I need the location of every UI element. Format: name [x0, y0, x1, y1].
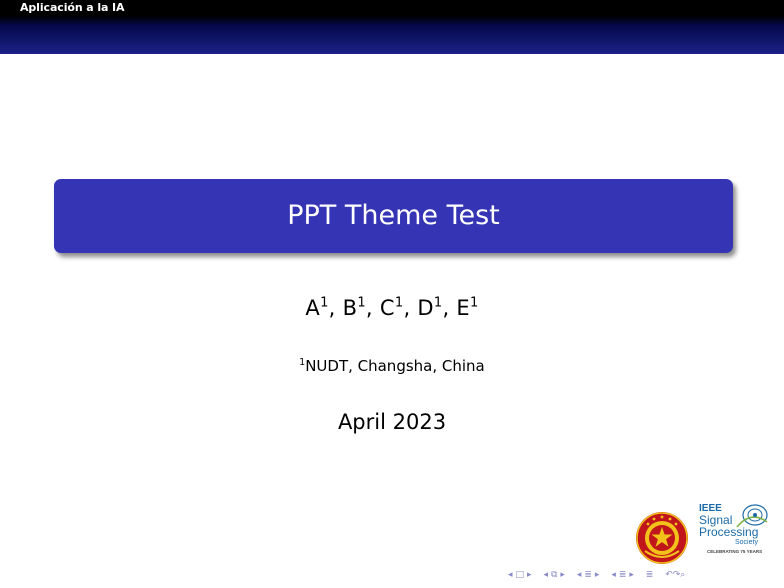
nav-right-arrow-icon[interactable]: ▸ — [527, 568, 532, 582]
nav-frame-icon[interactable]: □ — [516, 568, 525, 582]
nav-search-icon[interactable]: ↶↷⌕ — [665, 568, 685, 582]
author: E1 — [456, 295, 479, 320]
presentation-title: PPT Theme Test — [287, 200, 500, 231]
title-box: PPT Theme Test — [54, 179, 733, 253]
header-gradient-bar — [0, 16, 784, 54]
affiliation: 1NUDT, Changsha, China — [299, 356, 485, 375]
nav-section-icon[interactable]: ≣ — [584, 568, 592, 582]
author: D1 — [417, 295, 443, 320]
nav-right-arrow-icon[interactable]: ▸ — [595, 568, 600, 582]
presentation-date: April 2023 — [337, 410, 447, 434]
section-title[interactable]: Aplicación a la IA — [20, 0, 125, 16]
ieee-sps-logo: IEEE Signal Processing Society CELEBRATI… — [695, 502, 770, 556]
nav-right-arrow-icon[interactable]: ▸ — [560, 568, 565, 582]
nav-subsection-icon[interactable]: ⧉ — [551, 568, 557, 582]
author: B1 — [342, 295, 366, 320]
author: A1 — [305, 295, 329, 320]
nudt-logo — [636, 512, 688, 564]
nav-left-arrow-icon[interactable]: ◂ — [611, 568, 616, 582]
headline-bar: Aplicación a la IA — [0, 0, 784, 16]
nav-left-arrow-icon[interactable]: ◂ — [577, 568, 582, 582]
nav-right-arrow-icon[interactable]: ▸ — [629, 568, 634, 582]
nav-document-icon[interactable]: ≣ — [646, 568, 654, 582]
nav-left-arrow-icon[interactable]: ◂ — [508, 568, 513, 582]
beamer-navigation: ◂ □ ▸ ◂ ⧉ ▸ ◂ ≣ ▸ ◂ ≣ ▸ ≣ ↶↷⌕ — [508, 568, 778, 582]
nav-left-arrow-icon[interactable]: ◂ — [543, 568, 548, 582]
author: C1 — [379, 295, 404, 320]
author-list: A1, B1, C1, D1, E1 — [305, 295, 479, 320]
nav-appendix-icon[interactable]: ≣ — [619, 568, 627, 582]
